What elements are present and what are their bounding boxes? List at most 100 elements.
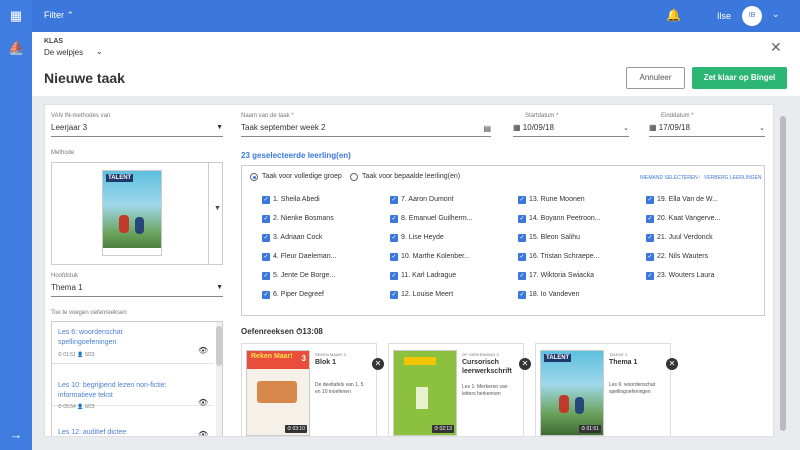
leerjaar-select[interactable]: Leerjaar 3 ▼ xyxy=(51,123,223,137)
exercise-card[interactable]: Reken Maar! 3 ⏱ 03:10 REKEN MAAR! 3 Blok… xyxy=(241,343,384,436)
checkbox-checked-icon[interactable]: ✓ xyxy=(518,234,526,242)
checkbox-checked-icon[interactable]: ✓ xyxy=(646,196,654,204)
cover-image: TALENT ⏱ 01:51 xyxy=(540,350,604,436)
checkbox-checked-icon[interactable]: ✓ xyxy=(262,291,270,299)
checkbox-checked-icon[interactable]: ✓ xyxy=(646,253,654,261)
eind-label: Einddatum * xyxy=(661,113,694,119)
hoofdstuk-value: Thema 1 xyxy=(51,283,83,292)
remove-icon[interactable]: ✕ xyxy=(372,358,384,370)
methode-label: Methode xyxy=(51,150,75,156)
select-none-link[interactable]: NIEMAND SELECTEREN xyxy=(640,175,698,181)
ship-icon[interactable]: ⛵ xyxy=(8,40,24,56)
selected-count: 23 geselecteerde leerling(en) xyxy=(241,151,351,160)
option-specific-label[interactable]: Taak voor bepaalde leerling(en) xyxy=(362,173,460,180)
hoofdstuk-label: Hoofdstuk xyxy=(51,273,79,279)
filter-toggle[interactable]: Filter ⌃ xyxy=(44,10,74,21)
student-name: 10. Marthe Kolenber... xyxy=(401,253,470,260)
list-item[interactable]: Les 12: auditief dictee 👁 xyxy=(52,406,214,436)
naam-label: Naam van de taak * xyxy=(241,113,294,119)
list-item[interactable]: Les 6: woordenschat spellingoefeningen ⏱… xyxy=(52,322,214,364)
checkbox-checked-icon[interactable]: ✓ xyxy=(262,272,270,280)
radio-specific[interactable] xyxy=(350,173,358,181)
page-scroll-thumb[interactable] xyxy=(780,116,786,431)
checkbox-checked-icon[interactable]: ✓ xyxy=(518,215,526,223)
bell-icon[interactable]: 🔔 xyxy=(666,8,681,22)
hide-students-link[interactable]: VERBERG LEERLINGEN xyxy=(704,175,762,181)
checkbox-checked-icon[interactable]: ✓ xyxy=(390,234,398,242)
checkbox-checked-icon[interactable]: ✓ xyxy=(262,234,270,242)
klas-select[interactable]: De welpjes xyxy=(44,48,83,57)
option-full-label[interactable]: Taak voor volledige groep xyxy=(262,173,342,180)
chevron-down-icon[interactable]: ⌄ xyxy=(96,47,103,56)
methode-select[interactable]: TALENT ▼ xyxy=(51,162,223,265)
checkbox-checked-icon[interactable]: ✓ xyxy=(518,196,526,204)
student-selection-box: Taak voor volledige groep Taak voor bepa… xyxy=(241,165,765,316)
cover-footer xyxy=(103,248,161,255)
duration-badge: ⏱ 02:13 xyxy=(432,425,454,433)
student-name: 2. Nienke Bosmans xyxy=(273,215,334,222)
startdatum-select[interactable]: ▦ 10/09/18 ⌄ xyxy=(513,123,629,137)
naam-input[interactable]: Taak september week 2 ▤ xyxy=(241,123,491,137)
eind-value: 17/09/18 xyxy=(658,123,690,132)
cover-image: ⏱ 02:13 xyxy=(393,350,457,436)
card-title: Blok 1 xyxy=(315,359,337,366)
checkbox-checked-icon[interactable]: ✓ xyxy=(646,234,654,242)
divider xyxy=(208,163,209,264)
eye-icon[interactable]: 👁 xyxy=(198,430,208,436)
remove-icon[interactable]: ✕ xyxy=(519,358,531,370)
task-form-card: VAN IN-methodes van Leerjaar 3 ▼ Methode… xyxy=(44,104,774,437)
checkbox-checked-icon[interactable]: ✓ xyxy=(390,291,398,299)
avatar[interactable]: IB xyxy=(742,6,762,26)
einddatum-select[interactable]: ▦ 17/09/18 ⌄ xyxy=(649,123,765,137)
oefenreeksen-label: Oefenreeksen xyxy=(241,327,294,336)
chevron-up-icon: ⌃ xyxy=(66,10,75,20)
checkbox-checked-icon[interactable]: ✓ xyxy=(518,272,526,280)
exercise-title: Les 6: woordenschat xyxy=(58,329,123,336)
caret-down-icon[interactable]: ▼ xyxy=(214,205,221,212)
checkbox-checked-icon[interactable]: ✓ xyxy=(390,196,398,204)
exercise-card[interactable]: ⏱ 02:13 OP VERKENNING 3 Cursorisch leerw… xyxy=(388,343,531,436)
cover-title: TALENT xyxy=(544,354,572,362)
user-name[interactable]: Ilse xyxy=(717,11,731,21)
checkbox-checked-icon[interactable]: ✓ xyxy=(390,272,398,280)
cancel-button[interactable]: Annuleer xyxy=(626,67,685,89)
hoofdstuk-select[interactable]: Thema 1 ▼ xyxy=(51,283,223,297)
cover-figure xyxy=(135,217,144,234)
list-scroll-thumb[interactable] xyxy=(216,326,222,366)
student-name: 14. Boyann Peetroon... xyxy=(529,215,601,222)
arrow-right-icon[interactable]: → xyxy=(8,427,24,443)
apps-grid-icon[interactable]: ▦ xyxy=(8,8,24,24)
cover-title: TALENT xyxy=(106,174,134,182)
list-scrollbar[interactable] xyxy=(216,322,222,436)
student-name: 22. Nils Wauters xyxy=(657,253,709,260)
close-icon[interactable]: ✕ xyxy=(770,39,782,56)
checkbox-checked-icon[interactable]: ✓ xyxy=(390,253,398,261)
checkbox-checked-icon[interactable]: ✓ xyxy=(646,272,654,280)
caret-down-icon: ▼ xyxy=(216,124,223,131)
checkbox-checked-icon[interactable]: ✓ xyxy=(262,196,270,204)
cover-figure xyxy=(575,397,584,414)
checkbox-checked-icon[interactable]: ✓ xyxy=(518,253,526,261)
card-description: Les 6: woordenschat xyxy=(609,382,656,388)
remove-icon[interactable]: ✕ xyxy=(666,358,678,370)
submit-button[interactable]: Zet klaar op Bingel xyxy=(692,67,787,89)
list-item[interactable]: Les 10: begrijpend lezen non-fictie: inf… xyxy=(52,364,214,410)
page-scrollbar[interactable] xyxy=(780,104,786,437)
calendar-icon: ▦ xyxy=(513,123,521,132)
eye-icon[interactable]: 👁 xyxy=(198,346,208,355)
checkbox-checked-icon[interactable]: ✓ xyxy=(262,215,270,223)
checkbox-checked-icon[interactable]: ✓ xyxy=(262,253,270,261)
checkbox-checked-icon[interactable]: ✓ xyxy=(518,291,526,299)
cover-image: Reken Maar! 3 ⏱ 03:10 xyxy=(246,350,310,436)
card-subtitle: TALENT 3 xyxy=(609,352,628,357)
radio-full-group[interactable] xyxy=(250,173,258,181)
checkbox-checked-icon[interactable]: ✓ xyxy=(390,215,398,223)
checkbox-checked-icon[interactable]: ✓ xyxy=(646,215,654,223)
exercise-card[interactable]: TALENT ⏱ 01:51 TALENT 3 Thema 1 Les 6: w… xyxy=(535,343,678,436)
student-name: 20. Kaat Vangerve... xyxy=(657,215,721,222)
card-duration: 03:10 xyxy=(292,426,305,432)
text-format-icon: ▤ xyxy=(483,124,491,133)
klas-label: KLAS xyxy=(44,38,64,45)
chevron-down-icon[interactable]: ⌄ xyxy=(772,9,780,20)
card-subtitle: REKEN MAAR! 3 xyxy=(315,352,346,357)
